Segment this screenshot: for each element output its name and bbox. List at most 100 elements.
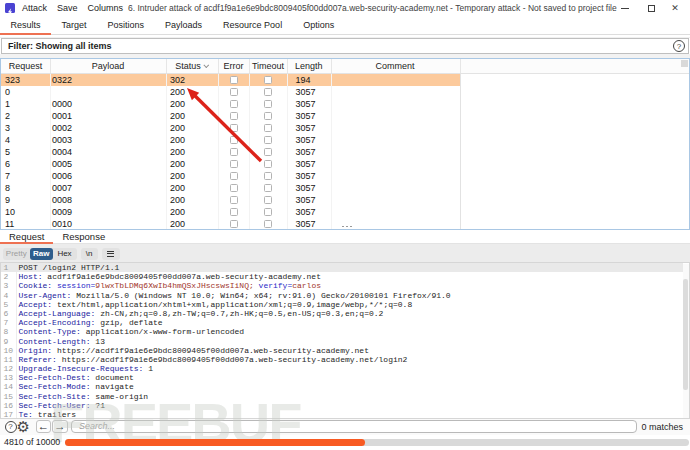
pretty-button[interactable]: Pretty — [3, 248, 31, 261]
cell-comment — [331, 110, 460, 122]
table-row[interactable]: 1000092003057 — [1, 206, 460, 218]
tab-positions[interactable]: Positions — [97, 16, 155, 35]
column-header-status[interactable]: Status — [166, 59, 218, 73]
table-row[interactable]: 400032003057 — [1, 134, 460, 146]
tab-options[interactable]: Options — [293, 16, 345, 35]
error-checkbox[interactable] — [230, 172, 238, 180]
filter-help-icon[interactable]: ? — [673, 40, 685, 52]
error-checkbox[interactable] — [230, 112, 238, 120]
timeout-checkbox[interactable] — [264, 196, 272, 204]
hex-button[interactable]: Hex — [53, 248, 77, 261]
column-header-request[interactable]: Request — [1, 59, 50, 73]
error-checkbox[interactable] — [230, 196, 238, 204]
maximize-button[interactable] — [638, 0, 664, 16]
table-row[interactable]: 02003057 — [1, 86, 460, 98]
minimize-button[interactable] — [612, 0, 638, 16]
timeout-checkbox[interactable] — [264, 172, 272, 180]
error-checkbox[interactable] — [230, 124, 238, 132]
error-checkbox[interactable] — [230, 88, 238, 96]
timeout-checkbox[interactable] — [264, 112, 272, 120]
menu-columns[interactable]: Columns — [88, 3, 124, 13]
results-table-header: RequestPayloadStatusErrorTimeoutLengthCo… — [1, 59, 689, 74]
tab-response[interactable]: Response — [53, 231, 114, 244]
gear-icon[interactable]: ⚙ — [17, 418, 30, 436]
cell-status: 200 — [166, 182, 218, 194]
newline-toggle-button[interactable]: \n — [81, 248, 98, 261]
error-checkbox[interactable] — [230, 136, 238, 144]
column-header-comment[interactable]: Comment — [331, 59, 460, 73]
timeout-checkbox[interactable] — [264, 160, 272, 168]
column-separator — [249, 59, 250, 73]
close-button[interactable]: ✕ — [662, 0, 688, 16]
timeout-checkbox[interactable] — [264, 76, 272, 84]
timeout-checkbox[interactable] — [264, 220, 272, 228]
tab-payloads[interactable]: Payloads — [155, 16, 213, 35]
table-row[interactable]: 100002003057 — [1, 98, 460, 110]
search-help-icon[interactable]: ? — [5, 421, 17, 433]
timeout-checkbox[interactable] — [264, 100, 272, 108]
request-editor[interactable]: 1POST /login2 HTTP/1.12Host: acdf1f9a1e6… — [0, 262, 690, 419]
message-tab-bar: Request Response — [0, 231, 690, 244]
cell-error — [218, 122, 249, 134]
timeout-checkbox[interactable] — [264, 136, 272, 144]
column-separator — [287, 74, 288, 230]
table-row[interactable]: 600052003057 — [1, 158, 460, 170]
tab-target[interactable]: Target — [51, 16, 97, 35]
menu-save[interactable]: Save — [57, 3, 78, 13]
table-row[interactable]: 1100102003057 — [1, 218, 460, 230]
cell-length: 3057 — [287, 98, 331, 110]
table-scrollbar-thumb[interactable] — [681, 60, 688, 67]
cell-error — [218, 146, 249, 158]
cell-comment — [331, 158, 460, 170]
error-checkbox[interactable] — [230, 148, 238, 156]
column-separator — [166, 74, 167, 230]
column-header-timeout[interactable]: Timeout — [249, 59, 287, 73]
cell-timeout — [249, 122, 287, 134]
splitter-grip[interactable] — [342, 226, 354, 229]
table-row[interactable]: 200012003057 — [1, 110, 460, 122]
timeout-checkbox[interactable] — [264, 124, 272, 132]
editor-scrollbar-thumb[interactable] — [683, 279, 688, 390]
table-row[interactable]: 700062003057 — [1, 170, 460, 182]
table-row[interactable]: 500042003057 — [1, 146, 460, 158]
table-row[interactable]: 3230322302194 — [1, 74, 460, 86]
request-line: 16Sec-Fetch-User: ?1 — [1, 401, 689, 410]
progress-bar — [65, 439, 689, 446]
tab-request[interactable]: Request — [0, 231, 53, 244]
error-checkbox[interactable] — [230, 184, 238, 192]
error-checkbox[interactable] — [230, 160, 238, 168]
cell-error — [218, 134, 249, 146]
table-row[interactable]: 900082003057 — [1, 194, 460, 206]
column-header-payload[interactable]: Payload — [50, 59, 166, 73]
error-checkbox[interactable] — [230, 208, 238, 216]
menu-attack[interactable]: Attack — [22, 3, 47, 13]
cell-payload: 0009 — [50, 206, 166, 218]
column-header-error[interactable]: Error — [218, 59, 249, 73]
previous-match-button[interactable]: ← — [36, 420, 52, 434]
request-line: 17Te: trailers — [1, 410, 689, 419]
timeout-checkbox[interactable] — [264, 148, 272, 156]
timeout-checkbox[interactable] — [264, 88, 272, 96]
editor-menu-button[interactable] — [102, 248, 120, 261]
column-separator — [460, 74, 461, 230]
filter-bar[interactable]: Filter: Showing all items ? — [1, 38, 689, 54]
timeout-checkbox[interactable] — [264, 208, 272, 216]
error-checkbox[interactable] — [230, 76, 238, 84]
table-row[interactable]: 800072003057 — [1, 182, 460, 194]
error-checkbox[interactable] — [230, 220, 238, 228]
column-header-length[interactable]: Length — [287, 59, 331, 73]
next-match-button[interactable]: → — [52, 420, 68, 434]
cell-request: 0 — [1, 86, 50, 98]
timeout-checkbox[interactable] — [264, 184, 272, 192]
raw-button[interactable]: Raw — [30, 248, 53, 261]
cell-comment — [331, 206, 460, 218]
table-row[interactable]: 300022003057 — [1, 122, 460, 134]
cell-status: 200 — [166, 206, 218, 218]
tab-results[interactable]: Results — [0, 16, 51, 35]
cell-error — [218, 206, 249, 218]
search-input[interactable]: Search... — [71, 420, 637, 433]
tab-resource-pool[interactable]: Resource Pool — [213, 16, 293, 35]
cell-payload: 0008 — [50, 194, 166, 206]
error-checkbox[interactable] — [230, 100, 238, 108]
editor-scrollbar[interactable] — [683, 264, 689, 419]
